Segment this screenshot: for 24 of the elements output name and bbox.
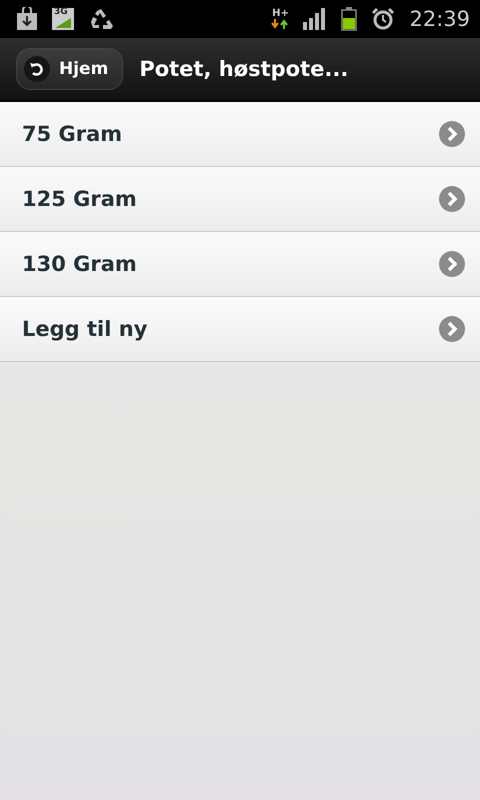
item-label: 75 Gram [22, 122, 124, 146]
download-icon [16, 7, 38, 31]
recycle-icon [88, 7, 114, 31]
page-title: Potet, høstpote... [139, 57, 348, 81]
list-item[interactable]: Legg til ny [0, 297, 480, 362]
chevron-icon [438, 120, 466, 148]
item-label: Legg til ny [22, 317, 148, 341]
battery-icon [341, 7, 358, 31]
chevron-icon [438, 315, 466, 343]
network-icon [52, 8, 74, 30]
network-label: 3G [54, 7, 68, 17]
chevron-icon [438, 185, 466, 213]
chevron-icon [438, 250, 466, 278]
item-label: 130 Gram [22, 252, 138, 276]
data-arrows-icon [271, 19, 290, 29]
list-item[interactable]: 125 Gram [0, 167, 480, 232]
list-item[interactable]: 130 Gram [0, 232, 480, 297]
alarm-clock-icon [371, 7, 396, 31]
list-item[interactable]: 75 Gram [0, 102, 480, 167]
item-label: 125 Gram [22, 187, 138, 211]
data-label: H+ [272, 9, 289, 19]
clock-time: 22:39 [409, 7, 470, 31]
signal-icon [303, 8, 328, 30]
home-button[interactable]: Hjem [16, 48, 124, 90]
